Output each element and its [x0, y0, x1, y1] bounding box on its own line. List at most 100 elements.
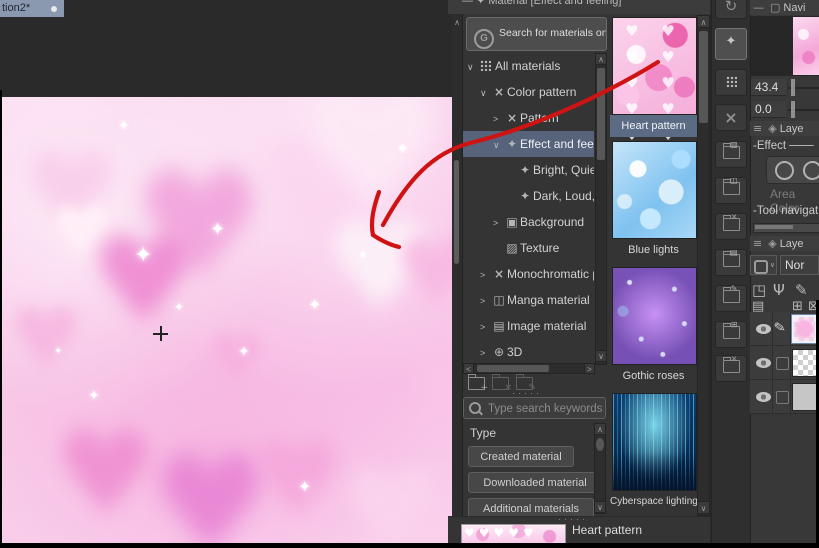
scroll-down-icon[interactable]: ∨	[595, 350, 607, 362]
scroll-down-icon[interactable]: ∨	[594, 501, 606, 513]
chevron-up-icon[interactable]: ∧	[453, 18, 461, 27]
sphere-icon: ⊕	[493, 345, 505, 359]
new-folder-button[interactable]: +	[468, 374, 488, 393]
layer-thumbnail[interactable]	[792, 349, 817, 377]
category-assets-search[interactable]: ↻	[715, 0, 747, 19]
category-all-materials[interactable]	[715, 69, 747, 96]
effect-icon[interactable]	[803, 161, 819, 180]
tree-item-3d[interactable]: > ⊕ 3D	[463, 339, 594, 365]
selected-material-thumbnail[interactable]: ♥♥♥♥♥	[461, 524, 566, 545]
filter-downloaded-material[interactable]: Downloaded material	[468, 472, 602, 493]
tree-item-image-material[interactable]: > ▤ Image material	[463, 313, 594, 339]
layer-panel-header[interactable]: ≡ ◈ Laye	[750, 236, 819, 251]
navigator-header[interactable]: — ▢ Navi	[750, 0, 819, 15]
panel-edge-scrollbar[interactable]: ∨ ∧	[452, 0, 463, 543]
layer-thumbnail[interactable]	[792, 383, 817, 411]
tab-close-icon[interactable]	[51, 6, 57, 12]
visibility-eye-icon[interactable]	[756, 324, 771, 334]
zoom-value-field[interactable]: 43.4	[751, 79, 786, 96]
navigator-preview[interactable]	[751, 16, 819, 76]
tree-item-texture[interactable]: ▨ Texture	[463, 235, 594, 261]
material-label: Blue lights	[628, 244, 679, 256]
cursor-crosshair	[160, 326, 162, 341]
keyword-search-field[interactable]	[463, 397, 606, 419]
chevron-right-icon[interactable]: >	[480, 262, 491, 287]
layer-checkbox[interactable]	[776, 357, 789, 370]
scroll-down-icon[interactable]: ∨	[697, 501, 710, 514]
tree-item-pattern[interactable]: > × Pattern	[463, 105, 594, 131]
panel-minimize-icon[interactable]: —	[753, 0, 764, 15]
light-table-icon[interactable]: Ψ	[773, 281, 785, 299]
tree-item-monochromatic-pa[interactable]: >×Monochromatic pa	[463, 261, 594, 287]
scroll-up-icon[interactable]: ∧	[697, 15, 710, 28]
material-thumb-gothic-roses[interactable]	[612, 267, 697, 365]
editing-pen-icon: ✎	[772, 319, 788, 337]
blend-mode-dropdown[interactable]: Nor	[780, 255, 819, 275]
layer-row[interactable]	[750, 346, 819, 380]
draft-pen-icon[interactable]: ✎	[795, 281, 808, 299]
zoom-slider-thumb[interactable]	[791, 79, 795, 96]
scroll-up-icon[interactable]: ∧	[594, 423, 606, 435]
chevron-down-icon[interactable]: ∨	[480, 80, 491, 105]
clipping-mask-icon[interactable]: ◳	[752, 281, 766, 299]
layer-checkbox[interactable]	[776, 391, 789, 404]
chevron-right-icon[interactable]: >	[480, 288, 491, 313]
panel-menu-icon[interactable]: ≡	[753, 236, 762, 251]
layer-row[interactable]	[750, 380, 819, 414]
category-cross-folder[interactable]: ×	[715, 354, 747, 382]
category-image-material-folder[interactable]: ▤	[715, 248, 747, 276]
rotation-value-field[interactable]: 0.0	[751, 101, 786, 118]
tool-navigation-slider[interactable]	[753, 223, 819, 233]
chevron-down-icon[interactable]: ∨	[467, 54, 478, 79]
border-effect-icon[interactable]	[775, 161, 794, 180]
scrollbar-thumb[interactable]	[477, 365, 549, 372]
layer-property-header[interactable]: ≡ ◈ Laye	[750, 121, 819, 136]
document-tab[interactable]: tion2*	[0, 0, 64, 17]
material-thumb-heart-pattern[interactable]: ♥ ♥ ♥ ♥ ♥ ♥ ♥ ♥ ♥ ♥ ♥ ♥	[612, 17, 697, 170]
chevron-right-icon[interactable]: >	[480, 314, 491, 339]
panel-menu-icon[interactable]: —	[462, 0, 473, 7]
assets-search-button[interactable]: G Search for materials on ASSETS	[466, 17, 607, 51]
scrollbar-thumb[interactable]	[699, 31, 708, 123]
scrollbar-thumb[interactable]	[454, 160, 459, 264]
category-grid-folder[interactable]: ⊞	[715, 320, 747, 348]
scroll-up-icon[interactable]: ∧	[595, 53, 607, 65]
material-thumb-cyberspace-lighting[interactable]	[612, 393, 697, 491]
panel-menu-icon[interactable]: ≡	[753, 121, 762, 136]
visibility-eye-icon[interactable]	[756, 392, 771, 402]
chevron-right-icon[interactable]: >	[480, 340, 491, 365]
category-manga-material-folder[interactable]: ◫	[715, 176, 747, 204]
layer-thumbnail[interactable]	[791, 314, 818, 344]
material-panel-header[interactable]: — ✦ Material [Effect and feeling]	[448, 0, 710, 14]
tree-item-all-materials[interactable]: ∨ All materials	[463, 53, 594, 79]
category-edit-folder[interactable]: ✎	[715, 284, 747, 312]
scroll-right-icon[interactable]: >	[584, 363, 595, 374]
layer-row[interactable]: ✎	[750, 312, 819, 346]
category-texture-folder[interactable]: ▨	[715, 140, 747, 168]
brush-shape-combobox[interactable]: ∨	[750, 255, 777, 275]
scrollbar-thumb[interactable]	[596, 438, 604, 451]
tree-item-dark-loud-t[interactable]: ✦Dark, Loud, T	[463, 183, 594, 209]
scroll-left-icon[interactable]: <	[463, 363, 474, 374]
tree-item-background[interactable]: > ▣ Background	[463, 209, 594, 235]
tree-item-label: Texture	[520, 241, 560, 255]
scrollbar-thumb[interactable]	[597, 68, 605, 160]
category-color-pattern[interactable]: ×	[715, 104, 747, 131]
category-monochromatic-folder[interactable]: ×	[715, 212, 747, 240]
tree-item-effect-and-feeling[interactable]: ∨✦Effect and feeling	[463, 131, 594, 157]
heart-shape: ♥	[8, 290, 85, 389]
chevron-right-icon[interactable]: >	[493, 106, 504, 131]
material-thumb-blue-lights[interactable]	[612, 141, 697, 239]
canvas[interactable]: ♥ ♥ ♥ ♥ ♥ ♥ ♥ ♥ ♥ ♥ ♥ ♥ ♥ ♥ ♥ ✦ ✦ ✦ ✦ ✦ ✦ ✦ ✦ ✦ ✦ ✦	[2, 97, 452, 543]
chevron-right-icon[interactable]: >	[493, 210, 504, 235]
rotation-slider-thumb[interactable]	[791, 101, 795, 118]
visibility-eye-icon[interactable]	[756, 358, 771, 368]
search-input[interactable]	[486, 399, 605, 419]
tree-item-color-pattern[interactable]: ∨ × Color pattern	[463, 79, 594, 105]
filter-created-material[interactable]: Created material	[468, 446, 574, 467]
chevron-down-icon[interactable]: ∨	[493, 132, 504, 157]
tree-item-bright-quiet[interactable]: ✦Bright, Quiet,	[463, 157, 594, 183]
category-effect-and-feeling[interactable]: ✦	[715, 28, 747, 60]
tree-item-manga-material[interactable]: > ◫ Manga material	[463, 287, 594, 313]
delete-folder-button[interactable]: ×	[492, 374, 512, 393]
